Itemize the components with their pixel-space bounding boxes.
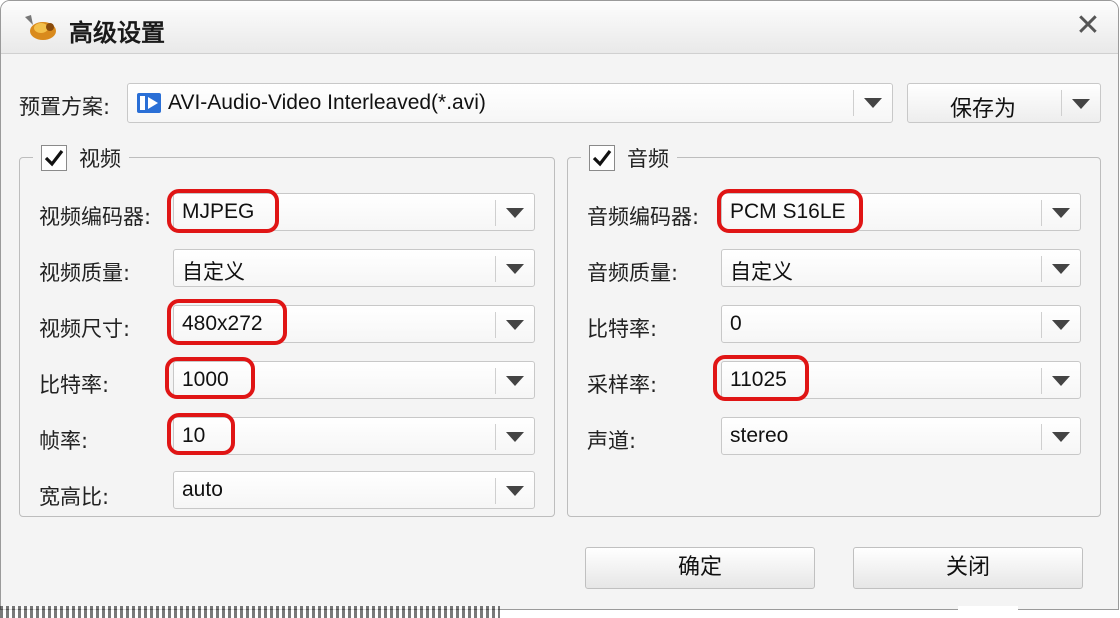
chevron-down-icon[interactable] (1052, 208, 1070, 218)
video-field-label: 视频尺寸: (39, 317, 131, 341)
close-button[interactable]: 关闭 (853, 547, 1083, 589)
audio-group-label: 音频 (627, 147, 669, 171)
chevron-down-icon[interactable] (506, 486, 524, 496)
audio-field-label: 声道: (587, 429, 637, 453)
checkmark-icon (44, 150, 64, 167)
background-strip (0, 606, 500, 618)
video-group-legend: 视频 (33, 143, 129, 173)
video-aspect-select[interactable]: auto (173, 471, 535, 509)
video-quality-value: 自定义 (182, 261, 245, 284)
checkmark-icon (592, 150, 612, 167)
video-group-label: 视频 (79, 147, 121, 171)
advanced-settings-dialog: 高级设置 ✕ 预置方案: AVI-Audio-Video Interleaved… (0, 0, 1119, 610)
audio-group-legend: 音频 (581, 143, 677, 173)
audio-bitrate-select[interactable]: 0 (721, 305, 1081, 343)
audio-channels-select[interactable]: stereo (721, 417, 1081, 455)
chevron-down-icon[interactable] (506, 432, 524, 442)
video-field-label: 比特率: (39, 373, 110, 397)
chevron-down-icon[interactable] (506, 208, 524, 218)
combo-separator (1041, 368, 1042, 394)
video-quality-select[interactable]: 自定义 (173, 249, 535, 287)
audio-enable-checkbox[interactable] (589, 145, 615, 171)
video-file-icon (137, 93, 161, 113)
combo-separator (853, 90, 854, 116)
preset-label: 预置方案: (19, 95, 111, 119)
combo-separator (495, 478, 496, 504)
audio-codec-value: PCM S16LE (730, 200, 846, 223)
preset-select[interactable]: AVI-Audio-Video Interleaved(*.avi) (127, 83, 893, 123)
combo-separator (1041, 200, 1042, 226)
audio-channels-value: stereo (730, 424, 789, 447)
app-logo-icon (25, 15, 56, 40)
background-strip (958, 606, 1018, 618)
video-enable-checkbox[interactable] (41, 145, 67, 171)
video-bitrate-value: 1000 (182, 368, 229, 391)
combo-separator (495, 368, 496, 394)
video-size-select[interactable]: 480x272 (173, 305, 535, 343)
page: 高级设置 ✕ 预置方案: AVI-Audio-Video Interleaved… (0, 0, 1120, 618)
chevron-down-icon[interactable] (506, 320, 524, 330)
audio-field-label: 音频质量: (587, 261, 679, 285)
chevron-down-icon[interactable] (1052, 376, 1070, 386)
audio-bitrate-value: 0 (730, 312, 742, 335)
chevron-down-icon[interactable] (506, 264, 524, 274)
chevron-down-icon[interactable] (864, 98, 882, 108)
video-framerate-select[interactable]: 10 (173, 417, 535, 455)
video-size-value: 480x272 (182, 312, 263, 335)
combo-separator (495, 256, 496, 282)
video-bitrate-select[interactable]: 1000 (173, 361, 535, 399)
window-title: 高级设置 (69, 19, 165, 47)
save-as-button[interactable]: 保存为 (907, 83, 1101, 123)
audio-samplerate-select[interactable]: 11025 (721, 361, 1081, 399)
combo-separator (495, 312, 496, 338)
audio-quality-select[interactable]: 自定义 (721, 249, 1081, 287)
video-aspect-value: auto (182, 478, 223, 501)
chevron-down-icon[interactable] (506, 376, 524, 386)
audio-samplerate-value: 11025 (730, 368, 787, 391)
video-codec-select[interactable]: MJPEG (173, 193, 535, 231)
chevron-down-icon[interactable] (1072, 99, 1090, 109)
ok-button[interactable]: 确定 (585, 547, 815, 589)
audio-codec-select[interactable]: PCM S16LE (721, 193, 1081, 231)
combo-separator (495, 200, 496, 226)
video-field-label: 视频质量: (39, 261, 131, 285)
combo-separator (1061, 90, 1062, 116)
chevron-down-icon[interactable] (1052, 320, 1070, 330)
combo-separator (495, 424, 496, 450)
combo-separator (1041, 312, 1042, 338)
combo-separator (1041, 256, 1042, 282)
video-codec-value: MJPEG (182, 200, 255, 223)
combo-separator (1041, 424, 1042, 450)
save-as-label: 保存为 (950, 97, 1017, 122)
audio-field-label: 比特率: (587, 317, 658, 341)
audio-field-label: 音频编码器: (587, 205, 700, 229)
video-field-label: 视频编码器: (39, 205, 152, 229)
title-bar[interactable]: 高级设置 ✕ (1, 1, 1118, 54)
audio-field-label: 采样率: (587, 373, 658, 397)
video-field-label: 宽高比: (39, 485, 110, 509)
chevron-down-icon[interactable] (1052, 432, 1070, 442)
chevron-down-icon[interactable] (1052, 264, 1070, 274)
close-icon[interactable]: ✕ (1072, 9, 1104, 43)
video-framerate-value: 10 (182, 424, 206, 447)
audio-quality-value: 自定义 (730, 261, 793, 284)
video-field-label: 帧率: (39, 429, 89, 453)
preset-value: AVI-Audio-Video Interleaved(*.avi) (168, 91, 486, 114)
